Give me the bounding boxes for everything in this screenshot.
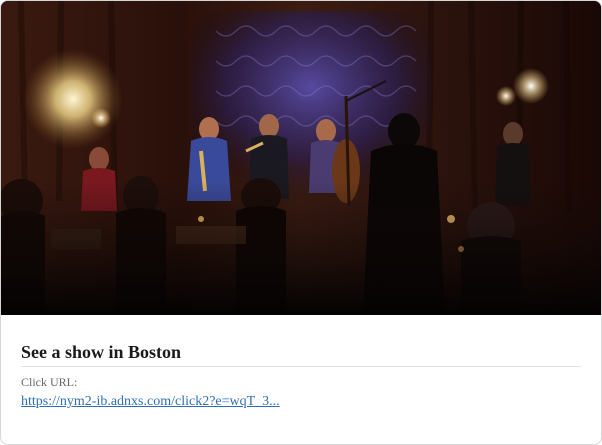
ad-card[interactable]: See a show in Boston Click URL: https://… (0, 0, 602, 445)
click-url-label: Click URL: (21, 375, 78, 389)
concert-photo-image (1, 1, 601, 315)
concert-photo[interactable] (1, 1, 601, 315)
card-title[interactable]: See a show in Boston (21, 315, 581, 367)
click-url-link[interactable]: https://nym2-ib.adnxs.com/click2?e=wqT_3… (21, 394, 280, 410)
card-body: See a show in Boston Click URL: https://… (21, 315, 581, 410)
